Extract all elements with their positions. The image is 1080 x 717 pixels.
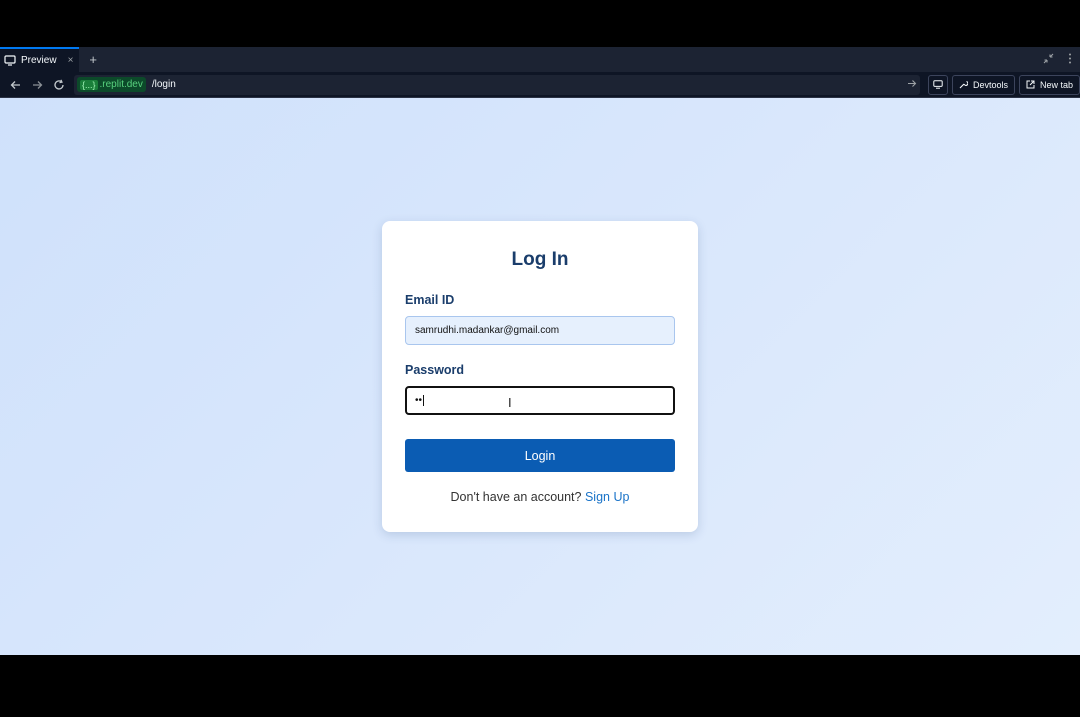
password-field[interactable]: •• I (405, 386, 675, 415)
reload-icon[interactable] (48, 74, 70, 96)
login-card: Log In Email ID samrudhi.madankar@gmail.… (382, 221, 698, 532)
screen-toggle-button[interactable] (927, 74, 948, 95)
email-value: samrudhi.madankar@gmail.com (415, 325, 560, 336)
back-arrow-icon[interactable] (4, 74, 26, 96)
new-tab-button[interactable]: New tab (1018, 74, 1080, 95)
devtools-label: Devtools (972, 79, 1008, 90)
monitor-icon (4, 55, 16, 67)
collapse-icon[interactable] (1043, 53, 1054, 67)
monitor-icon (933, 80, 943, 89)
domain-text: .replit.dev (99, 79, 143, 90)
domain-prefix: {...} (80, 79, 98, 90)
signup-link[interactable]: Sign Up (585, 490, 629, 504)
email-field[interactable]: samrudhi.madankar@gmail.com (405, 316, 675, 345)
password-label: Password (405, 363, 465, 377)
domain-badge: {...} .replit.dev (77, 77, 146, 92)
browser-urlbar: {...} .replit.dev /login Devtools New ta… (0, 72, 1080, 98)
signup-prompt: Don't have an account? Sign Up (382, 490, 698, 504)
address-bar[interactable]: {...} .replit.dev /login (74, 74, 920, 95)
external-link-icon (1026, 80, 1035, 89)
password-value: •• (415, 395, 423, 406)
screen-border-bottom (0, 655, 1080, 717)
close-icon[interactable]: × (68, 55, 74, 66)
text-cursor-icon: I (508, 395, 512, 410)
email-label: Email ID (405, 293, 455, 307)
tab-preview[interactable]: Preview × (0, 47, 80, 72)
page-viewport: Log In Email ID samrudhi.madankar@gmail.… (0, 98, 1080, 655)
browser-tabbar: Preview × + (0, 47, 1080, 72)
add-tab-icon[interactable]: + (89, 52, 97, 67)
signup-text: Don't have an account? (450, 490, 582, 504)
new-tab-label: New tab (1039, 79, 1074, 90)
wrench-icon (959, 80, 968, 89)
go-arrow-icon[interactable] (907, 79, 917, 91)
tab-label: Preview (21, 55, 57, 66)
page-title: Log In (511, 249, 569, 270)
login-button[interactable]: Login (405, 439, 675, 472)
devtools-button[interactable]: Devtools (951, 74, 1015, 95)
screen-border-top (0, 0, 1080, 47)
url-path: /login (151, 79, 176, 90)
forward-arrow-icon[interactable] (26, 74, 48, 96)
text-caret (423, 395, 425, 406)
more-options-icon[interactable] (1068, 53, 1072, 67)
